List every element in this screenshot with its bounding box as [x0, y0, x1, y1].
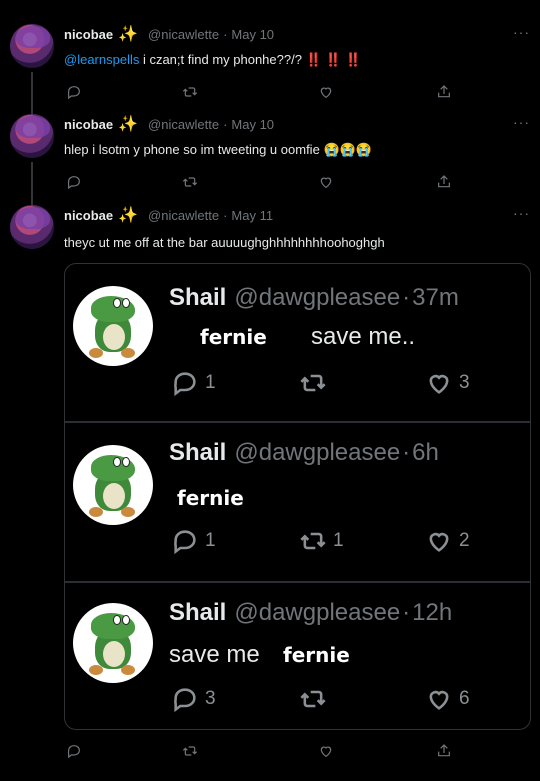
user-handle[interactable]: @nicawlette	[148, 27, 219, 42]
avatar[interactable]	[10, 114, 54, 158]
tweet-header: nicobae ✨ @nicawlette · May 11	[64, 205, 273, 225]
reply-count: 1	[205, 372, 216, 393]
user-handle[interactable]: @nicawlette	[148, 208, 219, 223]
avatar[interactable]	[10, 205, 54, 249]
heart-icon[interactable]	[316, 741, 336, 761]
embedded-time: 12h	[412, 599, 453, 626]
tweet-header: nicobae ✨ @nicawlette · May 10	[64, 24, 274, 44]
heart-icon[interactable]	[316, 82, 336, 102]
separator-dot: ·	[402, 284, 411, 311]
embedded-tweet-1: Shail @dawgpleasee · 37m fernie save me.…	[65, 264, 530, 422]
mention-link[interactable]: @learnspells	[64, 52, 139, 67]
embedded-text: save me..	[311, 323, 416, 350]
embedded-handle: @dawgpleasee	[234, 599, 401, 626]
tweet-1[interactable]: nicobae ✨ @nicawlette · May 10 ··· @lear…	[0, 24, 540, 118]
reply-icon: 1	[171, 369, 216, 397]
like-count: 6	[459, 688, 470, 709]
separator-dot: ·	[223, 26, 228, 42]
tweet-body: theyc ut me off at the bar auuuughghhhhh…	[64, 235, 385, 250]
tweet-2[interactable]: nicobae ✨ @nicawlette · May 10 ··· hlep …	[0, 114, 540, 206]
heart-icon[interactable]	[316, 172, 336, 192]
retweet-icon[interactable]	[180, 172, 200, 192]
embedded-text: save me	[169, 641, 260, 668]
embedded-display-name: Shail	[169, 599, 227, 626]
share-icon[interactable]	[434, 82, 454, 102]
reply-icon[interactable]	[64, 82, 84, 102]
embedded-handle: @dawgpleasee	[234, 439, 401, 466]
tweet-text: theyc ut me off at the bar auuuughghhhhh…	[64, 235, 385, 250]
reply-icon: 3	[171, 685, 216, 713]
reply-count: 3	[205, 688, 216, 709]
retweet-icon	[299, 369, 333, 397]
user-handle[interactable]: @nicawlette	[148, 117, 219, 132]
retweet-icon: 1	[299, 527, 344, 555]
attached-image[interactable]: Shail @dawgpleasee · 37m fernie save me.…	[64, 263, 531, 730]
display-name[interactable]: nicobae	[64, 208, 113, 223]
separator-dot: ·	[402, 599, 411, 626]
tweet-date[interactable]: May 11	[231, 208, 273, 223]
embedded-tweet-2: Shail @dawgpleasee · 6h fernie 1 1 2	[65, 423, 530, 581]
heart-icon: 6	[425, 685, 470, 713]
crying-emoji: 😭😭😭	[323, 142, 372, 157]
embedded-header: Shail @dawgpleasee · 12h	[169, 599, 452, 627]
tweet-actions	[64, 82, 484, 102]
thread-line	[31, 162, 33, 206]
like-count: 2	[459, 530, 470, 551]
embedded-header: Shail @dawgpleasee · 37m	[169, 284, 459, 312]
retweet-count: 1	[333, 530, 344, 551]
embedded-display-name: Shail	[169, 284, 227, 311]
tweet-body: i czan;t find my phonhe??/?	[139, 52, 302, 67]
heart-icon: 2	[425, 527, 470, 555]
display-name[interactable]: nicobae	[64, 27, 113, 42]
separator-dot: ·	[402, 439, 411, 466]
retweet-icon[interactable]	[180, 82, 200, 102]
embedded-tweet-3: Shail @dawgpleasee · 12h save me fernie …	[65, 583, 530, 729]
embedded-display-name: Shail	[169, 439, 227, 466]
yoshi-avatar	[73, 286, 153, 366]
like-count: 3	[459, 372, 470, 393]
display-name[interactable]: nicobae	[64, 117, 113, 132]
double-exclamation-emoji: ‼️ ‼️ ‼️	[305, 52, 362, 67]
tweet-text: @learnspells i czan;t find my phonhe??/?…	[64, 52, 361, 68]
tweet-text: hlep i lsotm y phone so im tweeting u oo…	[64, 142, 372, 158]
retweet-icon	[299, 685, 333, 713]
separator-dot: ·	[223, 207, 228, 223]
more-options-icon[interactable]: ···	[513, 205, 530, 221]
reply-count: 1	[205, 530, 216, 551]
tweet-date[interactable]: May 10	[231, 117, 274, 132]
share-icon[interactable]	[434, 172, 454, 192]
separator-dot: ·	[223, 116, 228, 132]
yoshi-avatar	[73, 445, 153, 525]
reply-icon[interactable]	[64, 741, 84, 761]
tweet-actions	[64, 172, 484, 192]
more-options-icon[interactable]: ···	[513, 24, 530, 40]
more-options-icon[interactable]: ···	[513, 114, 530, 130]
embedded-header: Shail @dawgpleasee · 6h	[169, 439, 439, 467]
sparkle-icon: ✨	[118, 116, 139, 133]
reply-icon[interactable]	[64, 172, 84, 192]
fernie-overlay-text: fernie	[200, 325, 267, 349]
sparkle-icon: ✨	[118, 26, 139, 43]
tweet-body: hlep i lsotm y phone so im tweeting u oo…	[64, 142, 320, 157]
tweet-actions	[64, 741, 484, 761]
embedded-time: 6h	[412, 439, 439, 466]
embedded-handle: @dawgpleasee	[234, 284, 401, 311]
tweet-header: nicobae ✨ @nicawlette · May 10	[64, 114, 274, 134]
reply-icon: 1	[171, 527, 216, 555]
sparkle-icon: ✨	[118, 207, 139, 224]
share-icon[interactable]	[434, 741, 454, 761]
yoshi-avatar	[73, 603, 153, 683]
fernie-overlay-text: fernie	[177, 486, 244, 510]
fernie-overlay-text: fernie	[283, 643, 350, 667]
retweet-icon[interactable]	[180, 741, 200, 761]
avatar[interactable]	[10, 24, 54, 68]
heart-icon: 3	[425, 369, 470, 397]
thread-line	[31, 72, 33, 118]
embedded-time: 37m	[412, 284, 459, 311]
tweet-date[interactable]: May 10	[231, 27, 274, 42]
